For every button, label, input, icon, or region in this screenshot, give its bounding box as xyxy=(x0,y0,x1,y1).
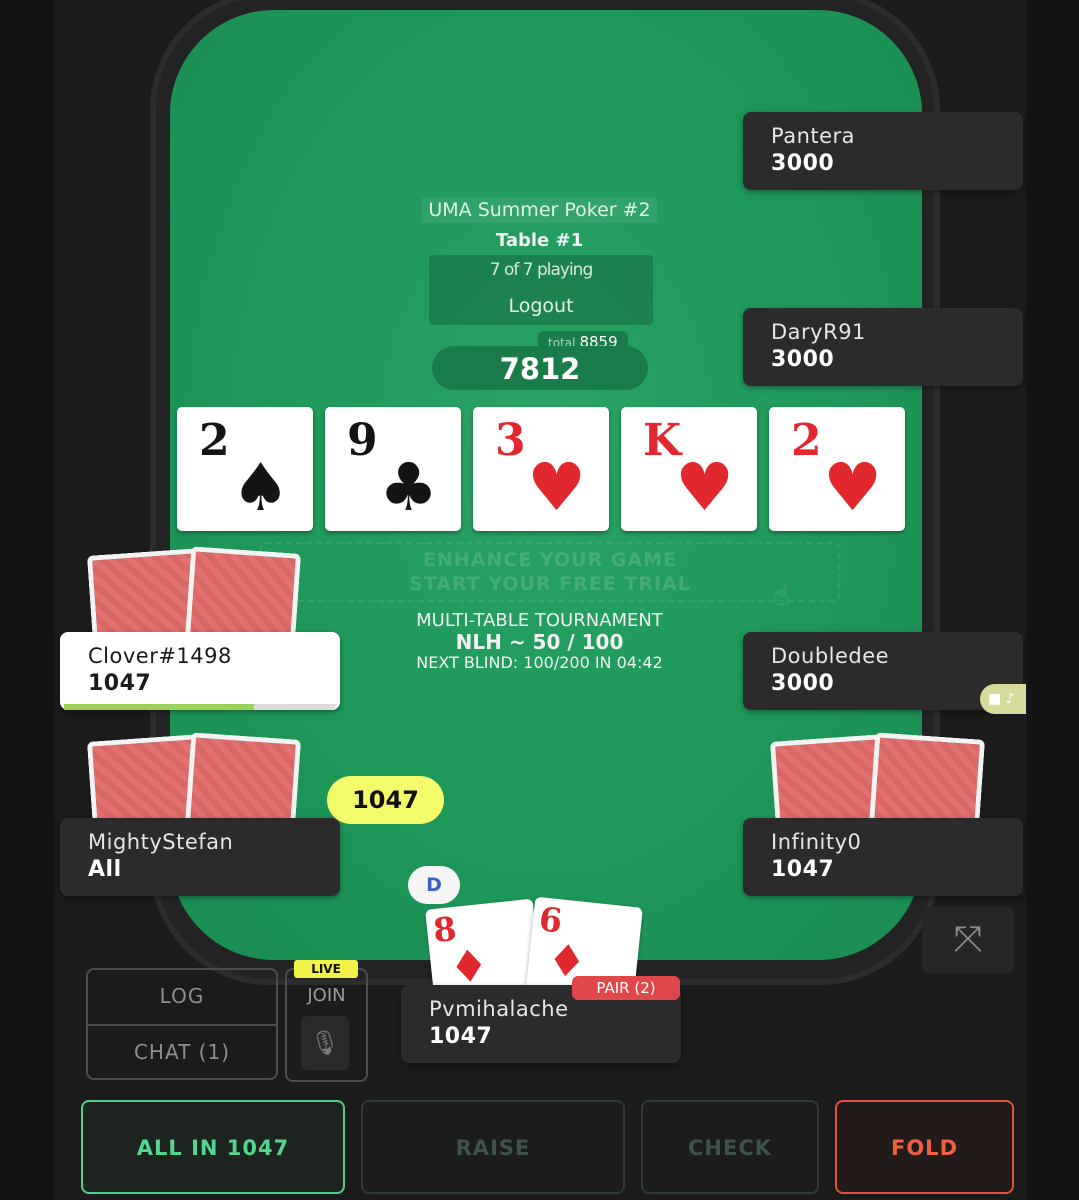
player-stack: All xyxy=(88,857,122,882)
player-stack: 3000 xyxy=(771,347,835,372)
seat-daryr91[interactable]: DaryR91 3000 xyxy=(743,308,1023,386)
all-in-button[interactable]: ALL IN 1047 xyxy=(81,1100,345,1194)
seat-clover-active[interactable]: Clover#1498 1047 xyxy=(60,632,340,710)
turn-timer-fill xyxy=(64,704,255,710)
heart-icon: ♥ xyxy=(675,449,735,526)
log-tab[interactable]: LOG xyxy=(88,984,276,1008)
player-stack: 1047 xyxy=(429,1024,493,1049)
turn-timer xyxy=(64,704,336,710)
card-rank: 9 xyxy=(347,415,378,466)
left-border xyxy=(0,0,54,1200)
check-button[interactable]: CHECK xyxy=(641,1100,819,1194)
live-badge: LIVE xyxy=(294,960,358,978)
board-card-5: 2 ♥ xyxy=(769,407,905,531)
player-name: Pantera xyxy=(771,124,856,148)
right-border xyxy=(1027,0,1079,1200)
video-camera-icon[interactable]: ■ ♪ xyxy=(980,684,1026,714)
player-stack: 1047 xyxy=(88,671,152,696)
card-back xyxy=(184,732,302,832)
player-stack: 3000 xyxy=(771,671,835,696)
card-rank: 2 xyxy=(791,415,822,466)
player-name: Doubledee xyxy=(771,644,890,668)
seat-infinity0[interactable]: Infinity0 1047 xyxy=(743,818,1023,896)
hand-strength-badge: PAIR (2) xyxy=(572,976,680,1000)
player-name: Infinity0 xyxy=(771,830,862,854)
card-back xyxy=(868,732,986,832)
spade-icon: ♠ xyxy=(231,449,291,526)
promo-line-1: ENHANCE YOUR GAME xyxy=(422,549,678,571)
card-back xyxy=(184,546,302,646)
dealer-button: D xyxy=(408,866,460,904)
seat-pantera[interactable]: Pantera 3000 xyxy=(743,112,1023,190)
board-card-1: 2 ♠ xyxy=(177,407,313,531)
player-name: DaryR91 xyxy=(771,320,866,344)
promo-line-2: START YOUR FREE TRIAL xyxy=(409,573,691,595)
player-name: Clover#1498 xyxy=(88,644,232,668)
board-card-3: 3 ♥ xyxy=(473,407,609,531)
tournament-name: UMA Summer Poker #2 xyxy=(0,197,1079,223)
heart-icon: ♥ xyxy=(823,449,883,526)
bet-amount: 1047 xyxy=(327,776,444,824)
board-card-4: K ♥ xyxy=(621,407,757,531)
microphone-icon[interactable]: 🎙 xyxy=(301,1016,349,1070)
hand-pointer-icon: ☝ xyxy=(772,578,791,613)
players-playing: 7 of 7 playing xyxy=(489,260,594,280)
player-stack: 1047 xyxy=(771,857,835,882)
club-icon: ♣ xyxy=(379,449,439,526)
card-rank: 3 xyxy=(495,415,526,466)
chat-tab[interactable]: CHAT (1) xyxy=(88,1040,276,1064)
fold-button[interactable]: FOLD xyxy=(835,1100,1014,1194)
join-button[interactable]: JOIN xyxy=(285,985,368,1006)
pot-amount: 7812 xyxy=(432,346,648,390)
raise-button[interactable]: RAISE xyxy=(361,1100,625,1194)
seat-mightystefan[interactable]: MightyStefan All xyxy=(60,818,340,896)
card-rank: 2 xyxy=(199,415,230,466)
divider xyxy=(88,1024,276,1026)
table-name: Table #1 xyxy=(495,230,584,251)
log-chat-panel: LOG CHAT (1) xyxy=(86,968,278,1080)
board-card-2: 9 ♣ xyxy=(325,407,461,531)
player-stack: 3000 xyxy=(771,151,835,176)
player-name: MightyStefan xyxy=(88,830,234,854)
heart-icon: ♥ xyxy=(527,449,587,526)
logout-button[interactable]: Logout xyxy=(429,295,653,317)
expand-arrows-icon[interactable]: ⤧ xyxy=(922,907,1014,973)
